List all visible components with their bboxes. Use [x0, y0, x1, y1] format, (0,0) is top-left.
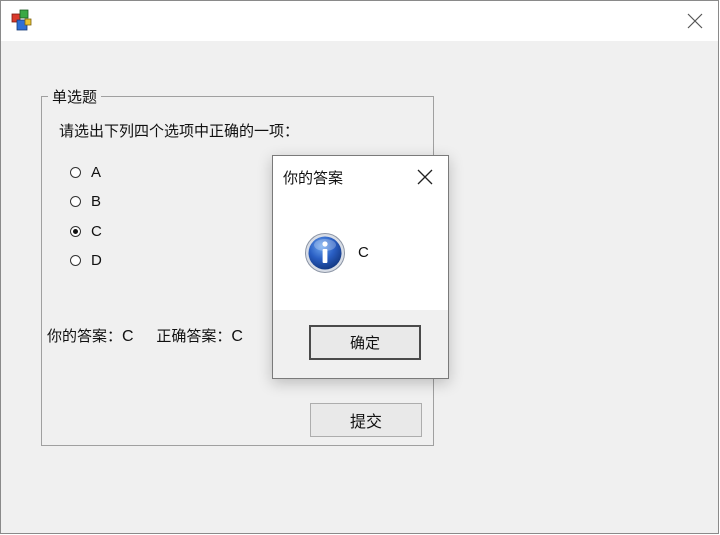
submit-button[interactable]: 提交	[310, 403, 422, 437]
radio-b[interactable]	[70, 195, 81, 207]
option-c-label: C	[91, 222, 102, 240]
title-bar	[1, 1, 718, 41]
option-c[interactable]: C	[70, 221, 102, 241]
option-d-label: D	[91, 251, 102, 269]
radio-a[interactable]	[70, 166, 81, 178]
option-b[interactable]: B	[70, 191, 101, 211]
your-answer-label: 你的答案：	[47, 327, 123, 345]
dialog-title: 你的答案	[283, 169, 344, 187]
colored-blocks-icon	[11, 9, 32, 31]
option-b-label: B	[91, 192, 102, 210]
message-dialog: 你的答案 C 确定	[272, 155, 449, 379]
correct-answer-label: 正确答案：	[156, 327, 232, 345]
window-close-button[interactable]	[672, 1, 718, 41]
question-text: 请选出下列四个选项中正确的一项：	[59, 122, 300, 140]
dialog-close-button[interactable]	[408, 164, 442, 190]
dialog-message: C	[358, 244, 369, 261]
answer-summary: 你的答案：C 正确答案：C	[47, 326, 243, 347]
option-d[interactable]: D	[70, 250, 102, 270]
ok-button[interactable]: 确定	[309, 325, 421, 360]
correct-answer-value: C	[231, 328, 243, 345]
option-a[interactable]: A	[70, 162, 101, 182]
radio-d[interactable]	[70, 254, 81, 266]
radio-c[interactable]	[70, 225, 81, 237]
close-icon	[417, 169, 433, 185]
info-icon	[305, 233, 345, 273]
groupbox-title: 单选题	[48, 87, 102, 107]
close-icon	[687, 13, 703, 29]
your-answer-value: C	[122, 328, 134, 345]
option-a-label: A	[91, 163, 102, 181]
